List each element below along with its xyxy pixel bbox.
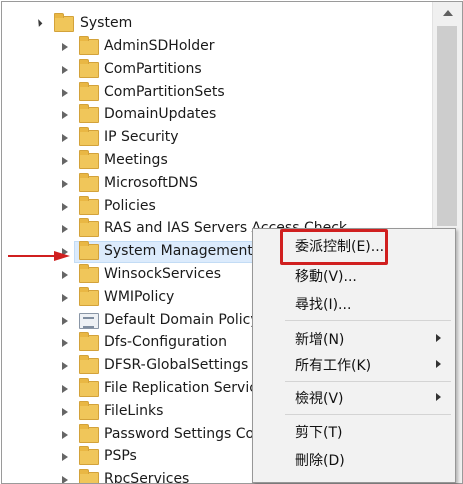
tree-node-label: File Replication Service	[104, 380, 266, 396]
folder-icon	[79, 59, 99, 78]
menu-separator	[285, 381, 451, 382]
tree-node-label: System Management	[104, 243, 253, 259]
tree-node[interactable]: Meetings	[2, 150, 430, 172]
folder-icon	[79, 378, 99, 397]
submenu-arrow-icon	[436, 393, 441, 401]
folder-icon	[79, 401, 99, 420]
collapsed-arrow-icon[interactable]	[62, 408, 68, 416]
menu-item-new[interactable]: 新增(N)	[253, 326, 455, 350]
tree-node-label: ComPartitions	[104, 61, 202, 77]
menu-separator	[285, 320, 451, 321]
tree-node-label: Meetings	[104, 152, 168, 168]
folder-icon	[79, 424, 99, 443]
tree-node-label: DFSR-GlobalSettings	[104, 357, 249, 373]
collapsed-arrow-icon[interactable]	[62, 180, 68, 188]
folder-icon	[79, 104, 99, 123]
scrollbar-thumb[interactable]	[437, 26, 457, 226]
folder-icon	[79, 287, 99, 306]
folder-icon	[79, 469, 99, 483]
tree-node[interactable]: Policies	[2, 196, 430, 218]
tree-node[interactable]: ComPartitionSets	[2, 82, 430, 104]
expanded-arrow-icon[interactable]	[34, 19, 43, 27]
folder-icon	[79, 332, 99, 351]
menu-item-all-tasks[interactable]: 所有工作(K)	[253, 352, 455, 376]
menu-item-move[interactable]: 移動(V)...	[253, 263, 455, 287]
collapsed-arrow-icon[interactable]	[62, 43, 68, 51]
tree-node-system[interactable]: System	[2, 13, 430, 35]
context-menu: 委派控制(E)... 移動(V)... 尋找(I)... 新增(N) 所有工作(…	[252, 228, 456, 483]
collapsed-arrow-icon[interactable]	[62, 362, 68, 370]
submenu-arrow-icon	[436, 334, 441, 342]
policy-icon	[79, 313, 99, 329]
folder-icon	[79, 241, 99, 260]
menu-item-find[interactable]: 尋找(I)...	[253, 291, 455, 315]
collapsed-arrow-icon[interactable]	[62, 225, 68, 233]
collapsed-arrow-icon[interactable]	[62, 89, 68, 97]
collapsed-arrow-icon[interactable]	[62, 203, 68, 211]
collapsed-arrow-icon[interactable]	[62, 317, 68, 325]
collapsed-arrow-icon[interactable]	[62, 431, 68, 439]
tree-node[interactable]: IP Security	[2, 127, 430, 149]
tree-node[interactable]: AdminSDHolder	[2, 36, 430, 58]
collapsed-arrow-icon[interactable]	[62, 385, 68, 393]
folder-icon	[79, 196, 99, 215]
folder-icon	[79, 173, 99, 192]
collapsed-arrow-icon[interactable]	[62, 339, 68, 347]
menu-item-cut[interactable]: 剪下(T)	[253, 419, 455, 443]
tree-node-label: Policies	[104, 198, 156, 214]
tree-node-label: WinsockServices	[104, 266, 221, 282]
tree-node-label: PSPs	[104, 448, 137, 464]
scroll-up-arrow-icon[interactable]	[433, 2, 462, 24]
folder-icon	[79, 355, 99, 374]
tree-node[interactable]: MicrosoftDNS	[2, 173, 430, 195]
submenu-arrow-icon	[436, 360, 441, 368]
tree-node-label: Default Domain Policy	[104, 312, 259, 328]
annotation-highlight-box	[280, 229, 388, 265]
tree-node-label: WMIPolicy	[104, 289, 175, 305]
folder-icon	[79, 127, 99, 146]
tree-node-label: RpcServices	[104, 471, 190, 483]
menu-separator	[285, 414, 451, 415]
collapsed-arrow-icon[interactable]	[62, 111, 68, 119]
collapsed-arrow-icon[interactable]	[62, 66, 68, 74]
folder-icon	[79, 82, 99, 101]
collapsed-arrow-icon[interactable]	[62, 294, 68, 302]
tree-node-label: IP Security	[104, 129, 179, 145]
collapsed-arrow-icon[interactable]	[62, 453, 68, 461]
tree-node-label: DomainUpdates	[104, 106, 217, 122]
tree-node-label: Dfs-Configuration	[104, 334, 227, 350]
collapsed-arrow-icon[interactable]	[62, 157, 68, 165]
collapsed-arrow-icon[interactable]	[62, 476, 68, 483]
folder-icon	[79, 264, 99, 283]
tree-node-label: System	[80, 15, 133, 31]
annotation-arrow-icon	[8, 251, 70, 261]
menu-item-delete[interactable]: 刪除(D)	[253, 447, 455, 471]
folder-icon	[79, 150, 99, 169]
tree-node-label: MicrosoftDNS	[104, 175, 198, 191]
tree-node-label: AdminSDHolder	[104, 38, 215, 54]
tree-node[interactable]: ComPartitions	[2, 59, 430, 81]
folder-icon	[54, 13, 74, 32]
folder-icon	[79, 218, 99, 237]
menu-item-view[interactable]: 檢視(V)	[253, 385, 455, 409]
tree-node[interactable]: DomainUpdates	[2, 104, 430, 126]
folder-icon	[79, 36, 99, 55]
collapsed-arrow-icon[interactable]	[62, 134, 68, 142]
tree-node-label: ComPartitionSets	[104, 84, 225, 100]
collapsed-arrow-icon[interactable]	[62, 271, 68, 279]
folder-icon	[79, 446, 99, 465]
tree-node-label: FileLinks	[104, 403, 164, 419]
